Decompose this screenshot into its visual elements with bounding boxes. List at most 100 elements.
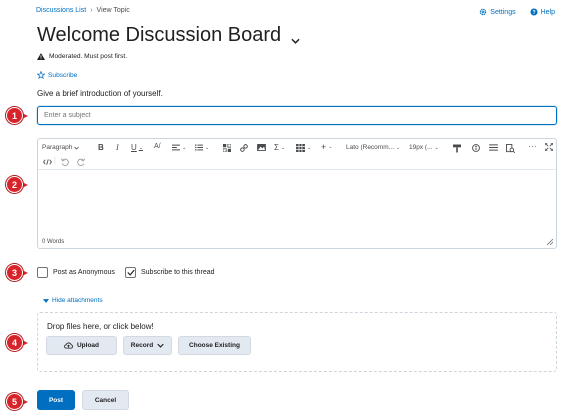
- chevron-down-icon: ⌄: [434, 144, 439, 151]
- editor-toolbar: Paragraph B I U ⌄ A/ ⌄ ⌄ Σ ⌄ ⌄ + ⌄ Lato (Re…: [38, 139, 556, 170]
- link-icon: [240, 144, 248, 152]
- accessibility-icon: [472, 144, 480, 152]
- anonymous-label: Post as Anonymous: [53, 269, 115, 276]
- post-button[interactable]: Post: [37, 390, 75, 410]
- word-count: 0 Words: [42, 239, 65, 245]
- choose-existing-label: Choose Existing: [189, 342, 240, 349]
- chevron-down-icon: [157, 343, 164, 348]
- insert-stuff-button[interactable]: [223, 144, 231, 152]
- cancel-button[interactable]: Cancel: [82, 390, 129, 410]
- dropzone-text: Drop files here, or click below!: [47, 322, 154, 331]
- more-insert-button[interactable]: + ⌄: [321, 142, 332, 152]
- record-button[interactable]: Record: [123, 336, 172, 355]
- sigma-icon: Σ: [274, 143, 279, 152]
- underline-button[interactable]: U ⌄: [131, 143, 143, 152]
- breadcrumb: Discussions List › View Topic: [36, 7, 130, 14]
- underline-icon: U: [131, 143, 137, 152]
- insert-image-button[interactable]: [257, 144, 266, 151]
- html-editor[interactable]: Paragraph B I U ⌄ A/ ⌄ ⌄ Σ ⌄ ⌄ + ⌄ Lato (Re…: [37, 138, 557, 249]
- chevron-down-icon: ⌄: [182, 144, 187, 151]
- document-search-icon: [506, 144, 515, 153]
- font-size-label: 19px (...: [409, 144, 433, 151]
- callout-number: 1: [6, 107, 23, 124]
- settings-label: Settings: [490, 8, 516, 16]
- help-link[interactable]: ? Help: [530, 8, 555, 16]
- chevron-down-icon: [74, 146, 80, 150]
- ellipsis-icon: ···: [528, 142, 538, 151]
- font-family-label: Lato (Recomm...: [346, 144, 395, 151]
- subscribe-thread-label: Subscribe to this thread: [141, 269, 215, 276]
- insert-stuff-icon: [223, 144, 231, 152]
- bullet-list-icon: [195, 144, 203, 151]
- find-replace-button[interactable]: [506, 144, 515, 153]
- topic-prompt: Give a brief introduction of yourself.: [37, 89, 163, 98]
- subscribe-link[interactable]: Subscribe: [37, 71, 77, 79]
- insert-link-button[interactable]: [240, 144, 248, 152]
- upload-button[interactable]: Upload: [46, 336, 117, 355]
- font-size-select[interactable]: 19px (... ⌄: [409, 144, 439, 151]
- anonymous-option[interactable]: Post as Anonymous: [37, 267, 115, 278]
- format-select-label: Paragraph: [42, 144, 73, 151]
- hide-attachments-toggle[interactable]: Hide attachments: [43, 297, 103, 304]
- resize-handle-icon[interactable]: [547, 239, 553, 245]
- format-select[interactable]: Paragraph: [42, 144, 80, 151]
- callout-number: 4: [6, 334, 23, 351]
- breadcrumb-discussions-list[interactable]: Discussions List: [36, 7, 86, 14]
- subscribe-thread-checkbox[interactable]: [125, 267, 136, 278]
- chevron-down-icon: ⌄: [396, 144, 401, 151]
- format-painter-button[interactable]: [453, 144, 461, 153]
- redo-button[interactable]: [77, 158, 85, 166]
- plus-icon: +: [321, 142, 327, 152]
- moderation-text: Moderated. Must post first.: [49, 53, 128, 60]
- page-title: Welcome Discussion Board: [37, 21, 300, 50]
- bold-icon: B: [98, 143, 104, 152]
- italic-icon: I: [116, 143, 119, 152]
- divider: |: [54, 157, 56, 164]
- undo-button[interactable]: [61, 158, 69, 166]
- settings-link[interactable]: Settings: [479, 8, 516, 16]
- image-icon: [257, 144, 266, 151]
- align-left-icon: [172, 144, 180, 151]
- callout-marker: 4: [6, 334, 30, 356]
- subscribe-thread-option[interactable]: Subscribe to this thread: [125, 267, 215, 278]
- lines-icon: [489, 144, 498, 151]
- callout-marker: 5: [6, 393, 30, 415]
- page-title-text: Welcome Discussion Board: [37, 24, 282, 46]
- align-button[interactable]: ⌄: [172, 144, 186, 151]
- header-links: Settings ? Help: [479, 8, 555, 16]
- more-actions-button[interactable]: ···: [528, 142, 538, 151]
- callout-marker: 2: [6, 176, 30, 198]
- moderation-notice: Moderated. Must post first.: [37, 53, 127, 60]
- subject-input[interactable]: [37, 106, 557, 125]
- help-label: Help: [540, 8, 555, 16]
- upload-cloud-icon: [64, 342, 73, 349]
- font-family-select[interactable]: Lato (Recomm... ⌄: [346, 144, 400, 151]
- source-code-button[interactable]: [43, 159, 52, 165]
- equation-button[interactable]: Σ ⌄: [274, 143, 285, 152]
- title-menu-button[interactable]: [291, 27, 300, 50]
- star-icon: [37, 71, 45, 79]
- strikethrough-button[interactable]: [489, 144, 498, 151]
- list-button[interactable]: ⌄: [195, 144, 209, 151]
- bold-button[interactable]: B: [98, 143, 104, 152]
- table-button[interactable]: ⌄: [296, 144, 311, 152]
- svg-text:?: ?: [532, 10, 535, 16]
- anonymous-checkbox[interactable]: [37, 267, 48, 278]
- text-color-button[interactable]: A/: [154, 143, 161, 150]
- callout-number: 3: [6, 264, 23, 281]
- caret-down-icon: [43, 298, 49, 303]
- format-painter-icon: [453, 144, 461, 153]
- breadcrumb-current: View Topic: [96, 7, 130, 14]
- code-icon: [43, 159, 52, 165]
- callout-marker: 3: [6, 264, 30, 286]
- italic-button[interactable]: I: [116, 143, 119, 152]
- attachment-dropzone[interactable]: Drop files here, or click below! Upload …: [37, 312, 557, 372]
- table-icon: [296, 144, 305, 152]
- accessibility-button[interactable]: [472, 144, 480, 152]
- callout-number: 5: [6, 393, 23, 410]
- choose-existing-button[interactable]: Choose Existing: [178, 336, 251, 355]
- fullscreen-button[interactable]: [545, 143, 553, 151]
- redo-icon: [77, 158, 85, 166]
- record-label: Record: [130, 342, 154, 349]
- gear-icon: [480, 8, 487, 16]
